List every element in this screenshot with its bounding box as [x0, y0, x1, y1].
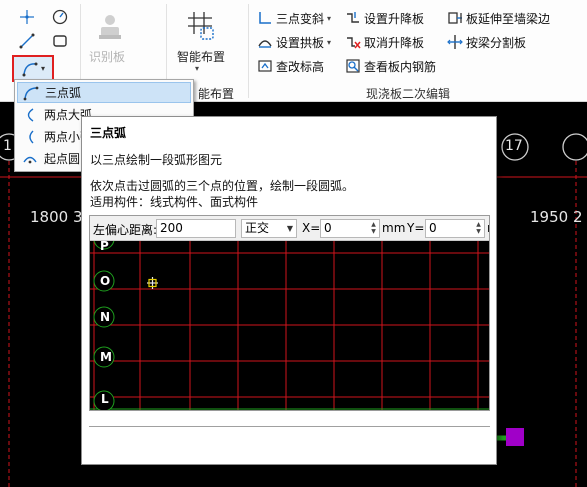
x-coordinate-input[interactable]: 0 ▲ ▼	[320, 219, 380, 238]
chevron-down-icon: ▼	[286, 224, 293, 233]
clock-dial-icon	[52, 9, 68, 25]
set-arch-board-label: 设置拱板	[276, 35, 325, 50]
app-window: ▾ 识别板 智能布置 ▾ 能布置 三点变斜 ▾ 设置拱板 ▾ 查改标高 设置升降…	[0, 0, 587, 487]
smart-layout-button[interactable]	[180, 8, 220, 44]
board-extend-button[interactable]: 板延伸至墙梁边	[447, 8, 550, 28]
three-point-arc-icon	[21, 85, 41, 101]
tooltip-description: 依次点击过圆弧的三个点的位置，绘制一段圆弧。	[90, 179, 355, 193]
arc-icon	[22, 62, 38, 76]
identify-board-icon	[99, 15, 121, 39]
rectangle-tool-button[interactable]	[48, 30, 72, 52]
board-extend-label: 板延伸至墙梁边	[466, 11, 551, 26]
menu-item-label: 起点圆	[44, 152, 81, 166]
left-offset-input[interactable]: 200	[156, 219, 236, 238]
toolbar-trailing-text: r	[487, 221, 489, 235]
smart-layout-grid-icon	[188, 12, 214, 40]
identify-board-button[interactable]	[88, 8, 132, 44]
cancel-lift-board-icon	[345, 34, 361, 50]
tool-tooltip: 三点弧 以三点绘制一段弧形图元 依次点击过圆弧的三个点的位置，绘制一段圆弧。 适…	[81, 116, 497, 465]
set-lift-board-button[interactable]: 设置升降板	[345, 8, 424, 28]
line-tool-button[interactable]	[15, 30, 39, 52]
preview-grid	[90, 241, 489, 410]
dimension-label-left: 1800 3	[30, 208, 83, 226]
tooltip-title: 三点弧	[90, 126, 127, 140]
elevation-icon	[257, 58, 273, 74]
axis-label-left: 1	[3, 138, 12, 154]
two-point-minor-arc-icon	[20, 129, 40, 145]
spinner-icon[interactable]: ▲ ▼	[369, 221, 378, 236]
split-by-beam-button[interactable]: 按梁分割板	[447, 32, 526, 52]
left-offset-label: 左偏心距离:	[93, 223, 158, 237]
tooltip-divider	[89, 426, 490, 427]
y-label: Y=	[407, 221, 425, 235]
three-point-slope-label: 三点变斜	[276, 11, 325, 26]
cancel-lift-board-label: 取消升降板	[364, 35, 425, 50]
split-board-icon	[447, 34, 463, 50]
chevron-down-icon: ▾	[195, 64, 200, 73]
board-extend-icon	[447, 10, 463, 26]
smart-layout-label: 智能布置	[177, 50, 226, 64]
identify-board-label: 识别板	[89, 50, 126, 64]
y-coordinate-input[interactable]: 0 ▲ ▼	[425, 219, 485, 238]
grid-axis-label: P	[100, 239, 109, 253]
preview-grid-canvas: P O N M L	[90, 239, 489, 410]
arc-tool-dropdown-button[interactable]: ▾	[12, 55, 54, 82]
slope-corner-icon	[257, 10, 273, 26]
rounded-rectangle-icon	[53, 35, 67, 47]
split-by-beam-label: 按梁分割板	[466, 35, 527, 50]
chevron-down-icon: ▾	[327, 13, 332, 23]
point-tool-button[interactable]	[15, 6, 39, 28]
change-elevation-label: 查改标高	[276, 59, 325, 74]
ortho-mode-select[interactable]: 正交 ▼	[241, 219, 297, 238]
chevron-down-icon: ▾	[327, 37, 332, 47]
tooltip-subtitle: 以三点绘制一段弧形图元	[90, 153, 223, 167]
mm-label: mm	[382, 221, 406, 235]
menu-item-three-point-arc[interactable]: 三点弧	[17, 82, 191, 103]
line-icon	[19, 33, 35, 49]
view-rebar-button[interactable]: 查看板内钢筋	[345, 56, 436, 76]
cancel-lift-board-button[interactable]: 取消升降板	[345, 32, 424, 52]
tooltip-preview: 左偏心距离: 200 正交 ▼ X= 0 ▲▼ mm Y= 0 ▲▼ r	[89, 215, 490, 411]
lift-board-icon	[345, 10, 361, 26]
crosshair-point-icon	[20, 10, 34, 24]
grid-axis-label: M	[100, 350, 112, 364]
ribbon-separator	[248, 4, 249, 98]
rotate-tool-button[interactable]	[48, 6, 72, 28]
x-label: X=	[302, 221, 321, 235]
chevron-down-icon: ▾	[40, 64, 45, 73]
board-second-edit-group-title: 现浇板二次编辑	[366, 87, 451, 101]
grid-axis-label: N	[100, 310, 111, 324]
menu-item-label: 三点弧	[45, 86, 82, 100]
arch-board-icon	[257, 34, 273, 50]
view-rebar-icon	[345, 58, 361, 74]
tooltip-applicable: 适用构件：线式构件、面式构件	[90, 195, 259, 209]
change-elevation-button[interactable]: 查改标高	[257, 56, 324, 76]
grid-axis-label: O	[100, 274, 111, 288]
x-coordinate-value: 0	[324, 221, 332, 235]
three-point-slope-button[interactable]: 三点变斜 ▾	[257, 8, 331, 28]
start-point-circle-icon	[20, 151, 40, 167]
spinner-icon[interactable]: ▲ ▼	[474, 221, 483, 236]
preview-toolbar: 左偏心距离: 200 正交 ▼ X= 0 ▲▼ mm Y= 0 ▲▼ r	[90, 216, 489, 241]
set-arch-board-button[interactable]: 设置拱板 ▾	[257, 32, 331, 52]
smart-layout-group-label: 能布置	[198, 87, 235, 101]
y-coordinate-value: 0	[429, 221, 437, 235]
ortho-mode-value: 正交	[245, 221, 270, 235]
set-lift-board-label: 设置升降板	[364, 11, 425, 26]
two-point-major-arc-icon	[20, 107, 40, 123]
dimension-label-right: 1950 2	[530, 208, 583, 226]
view-rebar-label: 查看板内钢筋	[364, 59, 437, 74]
axis-label-right: 17	[505, 138, 523, 154]
grid-axis-label: L	[101, 392, 109, 406]
